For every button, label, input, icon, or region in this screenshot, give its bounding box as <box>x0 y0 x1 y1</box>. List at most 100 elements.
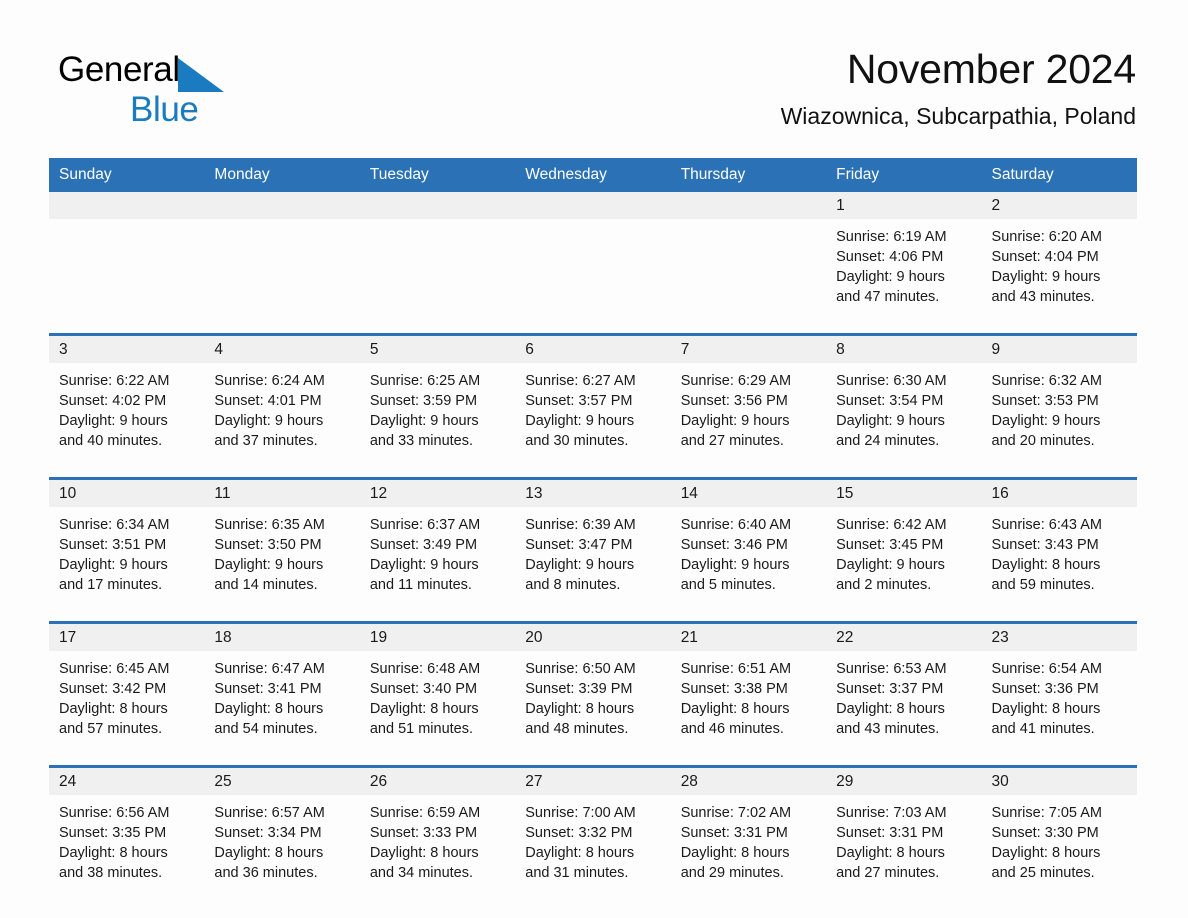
day-number[interactable]: 18 <box>204 624 359 651</box>
daylight-text-line2: and 43 minutes. <box>836 721 940 737</box>
daylight-text-line2: and 11 minutes. <box>369 577 472 593</box>
sunset-text: Sunset: 3:39 PM <box>525 681 633 697</box>
day-number[interactable]: 25 <box>204 768 359 795</box>
day-cell[interactable]: Sunrise: 6:39 AM Sunset: 3:47 PM Dayligh… <box>515 507 670 613</box>
day-number[interactable]: 12 <box>360 480 515 507</box>
day-cell[interactable]: Sunrise: 7:00 AM Sunset: 3:32 PM Dayligh… <box>515 795 670 901</box>
day-number[interactable]: 11 <box>204 480 359 507</box>
day-cell[interactable]: Sunrise: 6:53 AM Sunset: 3:37 PM Dayligh… <box>826 651 981 757</box>
day-number[interactable]: 9 <box>982 336 1137 363</box>
day-cell[interactable]: Sunrise: 6:37 AM Sunset: 3:49 PM Dayligh… <box>360 507 515 613</box>
day-cell[interactable]: Sunrise: 6:30 AM Sunset: 3:54 PM Dayligh… <box>826 363 981 469</box>
day-cell[interactable]: Sunrise: 6:22 AM Sunset: 4:02 PM Dayligh… <box>49 363 204 469</box>
day-cell[interactable]: Sunrise: 7:02 AM Sunset: 3:31 PM Dayligh… <box>671 795 826 901</box>
title-block: November 2024 Wiazownica, Subcarpathia, … <box>781 44 1137 132</box>
sunrise-text: Sunrise: 7:00 AM <box>525 805 636 821</box>
sunset-text: Sunset: 4:02 PM <box>59 393 167 409</box>
day-cell[interactable]: Sunrise: 6:50 AM Sunset: 3:39 PM Dayligh… <box>515 651 670 757</box>
day-cell[interactable] <box>49 219 204 325</box>
day-cell[interactable]: Sunrise: 6:48 AM Sunset: 3:40 PM Dayligh… <box>360 651 515 757</box>
day-cell[interactable]: Sunrise: 6:54 AM Sunset: 3:36 PM Dayligh… <box>982 651 1137 757</box>
general-blue-logo[interactable]: General Blue <box>58 52 318 127</box>
day-number[interactable]: 22 <box>826 624 981 651</box>
day-cell[interactable]: Sunrise: 7:03 AM Sunset: 3:31 PM Dayligh… <box>826 795 981 901</box>
sunset-text: Sunset: 3:33 PM <box>369 825 478 841</box>
day-number[interactable]: 23 <box>982 624 1137 651</box>
sunset-text: Sunset: 3:50 PM <box>214 537 322 553</box>
sunrise-text: Sunrise: 6:50 AM <box>525 661 636 677</box>
day-cell[interactable]: Sunrise: 6:32 AM Sunset: 3:53 PM Dayligh… <box>982 363 1137 469</box>
day-number[interactable]: 30 <box>982 768 1137 795</box>
day-cell[interactable] <box>515 219 670 325</box>
day-cell[interactable]: Sunrise: 6:51 AM Sunset: 3:38 PM Dayligh… <box>671 651 826 757</box>
day-cell[interactable]: Sunrise: 6:20 AM Sunset: 4:04 PM Dayligh… <box>982 219 1137 325</box>
day-number[interactable]: 20 <box>515 624 670 651</box>
day-cell[interactable]: Sunrise: 7:05 AM Sunset: 3:30 PM Dayligh… <box>982 795 1137 901</box>
day-number[interactable]: 2 <box>982 192 1137 219</box>
sunrise-text: Sunrise: 6:42 AM <box>836 517 947 533</box>
day-cell[interactable]: Sunrise: 6:34 AM Sunset: 3:51 PM Dayligh… <box>49 507 204 613</box>
day-number[interactable]: 3 <box>49 336 204 363</box>
sunset-text: Sunset: 3:34 PM <box>214 825 322 841</box>
day-cell[interactable]: Sunrise: 6:43 AM Sunset: 3:43 PM Dayligh… <box>982 507 1137 613</box>
day-number[interactable] <box>204 192 359 219</box>
day-number[interactable]: 16 <box>982 480 1137 507</box>
day-number[interactable]: 13 <box>515 480 670 507</box>
day-cell[interactable]: Sunrise: 6:57 AM Sunset: 3:34 PM Dayligh… <box>204 795 359 901</box>
day-cell[interactable]: Sunrise: 6:40 AM Sunset: 3:46 PM Dayligh… <box>671 507 826 613</box>
sunset-text: Sunset: 3:53 PM <box>991 393 1099 409</box>
week-detail-band: Sunrise: 6:34 AM Sunset: 3:51 PM Dayligh… <box>49 507 1137 613</box>
sunrise-text: Sunrise: 6:29 AM <box>680 373 792 389</box>
sunrise-text: Sunrise: 6:35 AM <box>214 517 325 533</box>
day-cell[interactable]: Sunrise: 6:42 AM Sunset: 3:45 PM Dayligh… <box>826 507 981 613</box>
sunrise-text: Sunrise: 6:56 AM <box>59 805 170 821</box>
day-number[interactable]: 4 <box>204 336 359 363</box>
day-number[interactable]: 19 <box>360 624 515 651</box>
week-spacer <box>49 613 1137 621</box>
day-number[interactable]: 17 <box>49 624 204 651</box>
day-cell[interactable]: Sunrise: 6:56 AM Sunset: 3:35 PM Dayligh… <box>49 795 204 901</box>
day-cell[interactable] <box>671 219 826 325</box>
day-number[interactable]: 21 <box>671 624 826 651</box>
day-number[interactable]: 10 <box>49 480 204 507</box>
day-number[interactable]: 24 <box>49 768 204 795</box>
day-number[interactable]: 14 <box>671 480 826 507</box>
day-number[interactable]: 6 <box>515 336 670 363</box>
day-cell[interactable]: Sunrise: 6:24 AM Sunset: 4:01 PM Dayligh… <box>204 363 359 469</box>
day-cell[interactable]: Sunrise: 6:27 AM Sunset: 3:57 PM Dayligh… <box>515 363 670 469</box>
day-number[interactable]: 29 <box>826 768 981 795</box>
day-cell[interactable]: Sunrise: 6:45 AM Sunset: 3:42 PM Dayligh… <box>49 651 204 757</box>
sunset-text: Sunset: 3:38 PM <box>680 681 788 697</box>
day-number[interactable]: 28 <box>671 768 826 795</box>
sunset-text: Sunset: 3:54 PM <box>836 393 944 409</box>
day-number[interactable]: 5 <box>360 336 515 363</box>
day-number[interactable] <box>360 192 515 219</box>
day-cell[interactable]: Sunrise: 6:19 AM Sunset: 4:06 PM Dayligh… <box>826 219 981 325</box>
week-spacer <box>49 325 1137 333</box>
day-number[interactable]: 7 <box>671 336 826 363</box>
day-number[interactable] <box>515 192 670 219</box>
day-cell[interactable]: Sunrise: 6:47 AM Sunset: 3:41 PM Dayligh… <box>204 651 359 757</box>
daylight-text-line2: and 43 minutes. <box>991 289 1095 305</box>
day-cell[interactable]: Sunrise: 6:35 AM Sunset: 3:50 PM Dayligh… <box>204 507 359 613</box>
daylight-text-line1: Daylight: 8 hours <box>836 845 945 861</box>
daylight-text-line2: and 37 minutes. <box>214 433 318 449</box>
sunrise-sunset-calendar: Sunday Monday Tuesday Wednesday Thursday… <box>49 158 1137 901</box>
day-number[interactable]: 15 <box>826 480 981 507</box>
day-cell[interactable]: Sunrise: 6:25 AM Sunset: 3:59 PM Dayligh… <box>360 363 515 469</box>
day-cell[interactable]: Sunrise: 6:29 AM Sunset: 3:56 PM Dayligh… <box>671 363 826 469</box>
day-cell[interactable] <box>204 219 359 325</box>
day-number[interactable]: 27 <box>515 768 670 795</box>
day-number[interactable] <box>671 192 826 219</box>
day-number[interactable]: 8 <box>826 336 981 363</box>
weekday-header-sunday: Sunday <box>59 166 112 183</box>
day-cell[interactable] <box>360 219 515 325</box>
daylight-text-line1: Daylight: 8 hours <box>680 701 790 717</box>
day-number[interactable]: 26 <box>360 768 515 795</box>
day-number[interactable] <box>49 192 204 219</box>
day-cell[interactable]: Sunrise: 6:59 AM Sunset: 3:33 PM Dayligh… <box>360 795 515 901</box>
daylight-text-line2: and 27 minutes. <box>836 865 940 881</box>
sunrise-text: Sunrise: 7:02 AM <box>680 805 792 821</box>
day-number[interactable]: 1 <box>826 192 981 219</box>
daylight-text-line2: and 36 minutes. <box>214 865 318 881</box>
